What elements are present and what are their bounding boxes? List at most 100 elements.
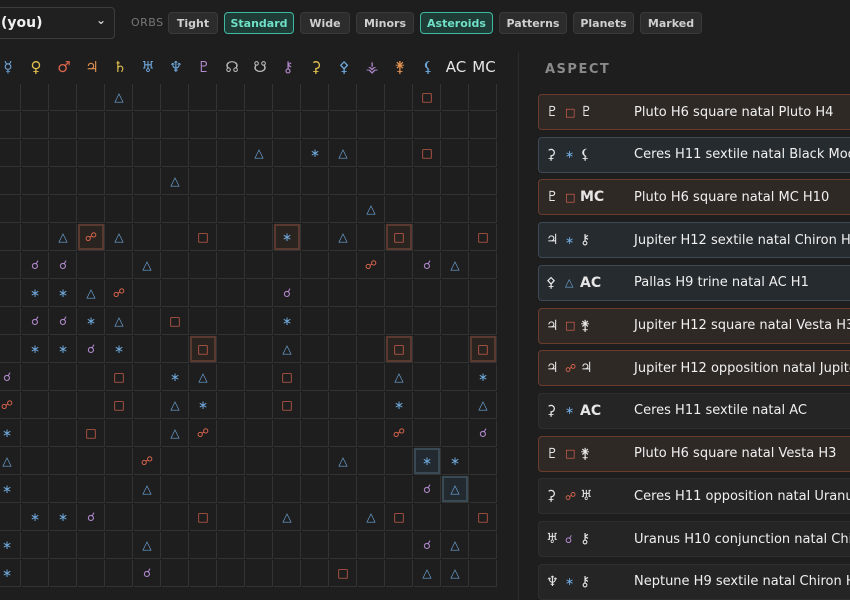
grid-cell-empty[interactable] (246, 308, 273, 335)
square-icon[interactable]: □ (470, 504, 497, 531)
square-icon[interactable]: □ (274, 392, 301, 419)
grid-cell-empty[interactable] (190, 196, 217, 223)
grid-cell-empty[interactable] (302, 112, 329, 139)
grid-cell-empty[interactable] (218, 84, 245, 111)
sextile-icon[interactable]: ∗ (442, 448, 469, 475)
grid-cell-empty[interactable] (162, 112, 189, 139)
grid-cell-empty[interactable] (218, 392, 245, 419)
grid-cell-empty[interactable] (22, 112, 49, 139)
grid-cell-empty[interactable] (22, 532, 49, 559)
square-icon[interactable]: □ (386, 224, 413, 251)
orb-button-patterns[interactable]: Patterns (499, 12, 567, 34)
square-icon[interactable]: □ (470, 224, 497, 251)
grid-cell-empty[interactable] (442, 84, 469, 111)
grid-cell-empty[interactable] (414, 280, 441, 307)
grid-cell-empty[interactable] (414, 364, 441, 391)
grid-cell-empty[interactable] (386, 560, 413, 587)
conjunction-icon[interactable]: ☌ (22, 252, 49, 279)
grid-cell-empty[interactable] (358, 308, 385, 335)
trine-icon[interactable]: △ (106, 308, 133, 335)
trine-icon[interactable]: △ (78, 280, 105, 307)
orb-button-planets[interactable]: Planets (573, 12, 634, 34)
grid-cell-empty[interactable] (78, 532, 105, 559)
trine-icon[interactable]: △ (134, 252, 161, 279)
grid-cell-empty[interactable] (330, 532, 357, 559)
grid-cell-empty[interactable] (162, 196, 189, 223)
sextile-icon[interactable]: ∗ (22, 504, 49, 531)
grid-cell-empty[interactable] (302, 476, 329, 503)
grid-cell-empty[interactable] (442, 168, 469, 195)
sextile-icon[interactable]: ∗ (106, 336, 133, 363)
grid-cell-empty[interactable] (442, 308, 469, 335)
grid-cell-empty[interactable] (470, 196, 497, 223)
sextile-icon[interactable]: ∗ (22, 280, 49, 307)
grid-cell-empty[interactable] (302, 84, 329, 111)
trine-icon[interactable]: △ (442, 532, 469, 559)
grid-cell-empty[interactable] (0, 308, 21, 335)
grid-cell-empty[interactable] (22, 448, 49, 475)
grid-cell-empty[interactable] (358, 420, 385, 447)
opposition-icon[interactable]: ☍ (358, 252, 385, 279)
grid-cell-empty[interactable] (330, 252, 357, 279)
trine-icon[interactable]: △ (358, 504, 385, 531)
grid-cell-empty[interactable] (302, 280, 329, 307)
grid-cell-empty[interactable] (442, 140, 469, 167)
grid-cell-empty[interactable] (162, 140, 189, 167)
grid-cell-empty[interactable] (22, 140, 49, 167)
aspect-row[interactable]: ⚳ ∗ ⚸ Ceres H11 sextile natal Black Moon (538, 136, 850, 173)
grid-cell-empty[interactable] (218, 280, 245, 307)
grid-cell-empty[interactable] (22, 224, 49, 251)
grid-cell-empty[interactable] (22, 476, 49, 503)
grid-cell-empty[interactable] (22, 560, 49, 587)
grid-cell-empty[interactable] (134, 280, 161, 307)
sextile-icon[interactable]: ∗ (0, 420, 21, 447)
trine-icon[interactable]: △ (442, 252, 469, 279)
conjunction-icon[interactable]: ☌ (78, 504, 105, 531)
conjunction-icon[interactable]: ☌ (274, 280, 301, 307)
orb-button-tight[interactable]: Tight (168, 12, 218, 34)
aspect-row[interactable]: ⚳ ☍♅ Ceres H11 opposition natal Uranus H (538, 478, 850, 515)
grid-cell-empty[interactable] (218, 224, 245, 251)
grid-cell-empty[interactable] (78, 168, 105, 195)
grid-cell-empty[interactable] (50, 84, 77, 111)
grid-cell-empty[interactable] (78, 448, 105, 475)
grid-cell-empty[interactable] (246, 560, 273, 587)
conjunction-icon[interactable]: ☌ (0, 364, 21, 391)
grid-cell-empty[interactable] (414, 168, 441, 195)
grid-cell-empty[interactable] (358, 140, 385, 167)
grid-cell-empty[interactable] (0, 252, 21, 279)
grid-cell-empty[interactable] (78, 252, 105, 279)
grid-cell-empty[interactable] (218, 476, 245, 503)
grid-cell-empty[interactable] (330, 84, 357, 111)
grid-cell-empty[interactable] (134, 224, 161, 251)
grid-cell-empty[interactable] (50, 560, 77, 587)
sextile-icon[interactable]: ∗ (50, 336, 77, 363)
grid-cell-empty[interactable] (470, 140, 497, 167)
aspect-row[interactable]: ♃ ∗ ⚷ Jupiter H12 sextile natal Chiron H10 (538, 222, 850, 259)
grid-cell-empty[interactable] (246, 336, 273, 363)
grid-cell-empty[interactable] (106, 168, 133, 195)
trine-icon[interactable]: △ (106, 84, 133, 111)
sextile-icon[interactable]: ∗ (274, 308, 301, 335)
square-icon[interactable]: □ (386, 504, 413, 531)
sextile-icon[interactable]: ∗ (470, 364, 497, 391)
grid-cell-empty[interactable] (274, 84, 301, 111)
trine-icon[interactable]: △ (442, 560, 469, 587)
grid-cell-empty[interactable] (0, 196, 21, 223)
sextile-icon[interactable]: ∗ (414, 448, 441, 475)
grid-cell-empty[interactable] (330, 504, 357, 531)
grid-cell-empty[interactable] (274, 168, 301, 195)
grid-cell-empty[interactable] (134, 196, 161, 223)
grid-cell-empty[interactable] (274, 476, 301, 503)
grid-cell-empty[interactable] (134, 504, 161, 531)
grid-cell-empty[interactable] (358, 336, 385, 363)
grid-cell-empty[interactable] (0, 84, 21, 111)
grid-cell-empty[interactable] (50, 476, 77, 503)
grid-cell-empty[interactable] (246, 224, 273, 251)
grid-cell-empty[interactable] (162, 476, 189, 503)
trine-icon[interactable]: △ (274, 504, 301, 531)
grid-cell-empty[interactable] (414, 308, 441, 335)
grid-cell-empty[interactable] (218, 504, 245, 531)
square-icon[interactable]: □ (78, 420, 105, 447)
sextile-icon[interactable]: ∗ (190, 392, 217, 419)
